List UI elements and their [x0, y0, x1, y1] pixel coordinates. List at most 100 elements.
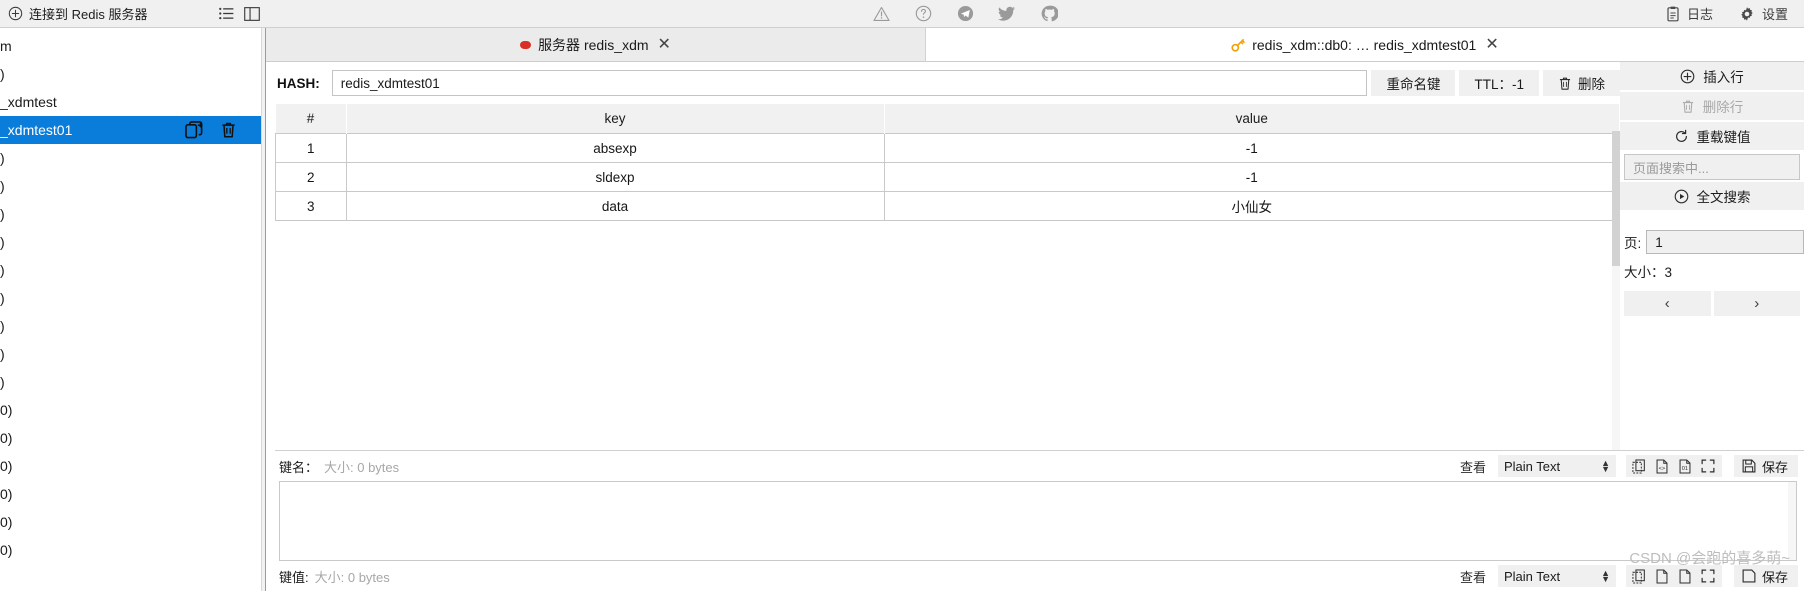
red-dot-icon — [520, 40, 532, 49]
cell-value[interactable]: -1 — [883, 133, 1620, 163]
tree-item[interactable]: 0) — [0, 480, 265, 508]
cell-key[interactable]: sldexp — [345, 162, 885, 192]
key-editor-save-button[interactable]: 保存 — [1733, 455, 1798, 477]
delete-row-button[interactable]: 删除行 — [1620, 92, 1804, 120]
tree-item-actions — [185, 121, 237, 139]
key-name-input[interactable]: redis_xdmtest01 — [331, 70, 1368, 96]
tree-item-label: ) — [0, 206, 5, 222]
delete-key-label: 删除 — [1578, 77, 1605, 92]
body-container: m ) _xdmtest _xdmtest01 ) ) ) ) ) ))) … — [0, 28, 1804, 591]
key-editor-icon-group: <> 01 — [1625, 455, 1722, 477]
page-nav: ‹ › — [1620, 291, 1804, 316]
reload-key-button[interactable]: 重载键值 — [1620, 122, 1804, 150]
tree-item[interactable]: ) — [0, 172, 265, 200]
code-icon[interactable] — [1653, 567, 1672, 586]
help-circle-icon[interactable] — [913, 4, 933, 24]
page-search-input[interactable]: 页面搜索中... — [1624, 154, 1800, 180]
close-icon[interactable]: ✕ — [658, 36, 671, 53]
page-input[interactable]: 1 — [1646, 230, 1804, 254]
table-row[interactable]: 2 sldexp -1 — [275, 162, 1620, 192]
delete-key-button[interactable]: 删除 — [1543, 70, 1620, 96]
list-view-button[interactable] — [213, 3, 239, 25]
copy-icon[interactable] — [1630, 567, 1649, 586]
cell-value[interactable]: -1 — [883, 162, 1620, 192]
tree-item[interactable]: ) — [0, 200, 265, 228]
table-scrollbar-thumb[interactable] — [1612, 131, 1620, 266]
telegram-icon[interactable] — [955, 4, 975, 24]
tree-item[interactable]: ) — [0, 256, 265, 284]
key-editor-textarea[interactable] — [279, 481, 1797, 561]
trash-icon — [1681, 99, 1695, 114]
fulltext-search-button[interactable]: 全文搜索 — [1620, 182, 1804, 210]
tab-key[interactable]: redis_xdm::db0: … redis_xdmtest01 ✕ — [926, 28, 1804, 61]
column-header-index[interactable]: # — [275, 104, 347, 134]
next-page-button[interactable]: › — [1713, 291, 1800, 316]
ttl-button[interactable]: TTL：-1 — [1459, 70, 1539, 96]
gear-icon — [1739, 6, 1755, 22]
binary-icon[interactable] — [1676, 567, 1695, 586]
cell-key[interactable]: data — [345, 191, 885, 221]
log-button[interactable]: 日志 — [1666, 4, 1713, 23]
fullscreen-icon[interactable] — [1699, 567, 1718, 586]
tree-item[interactable]: 0) — [0, 508, 265, 536]
copy-icon[interactable] — [185, 121, 204, 139]
tree-item[interactable]: _xdmtest — [0, 88, 265, 116]
tree-item[interactable]: 0) — [0, 452, 265, 480]
tree-item[interactable]: ) — [0, 368, 265, 396]
tab-server[interactable]: 服务器 redis_xdm ✕ — [266, 28, 926, 61]
settings-button[interactable]: 设置 — [1739, 4, 1788, 23]
tree-item[interactable]: ) — [0, 228, 265, 256]
tree-item[interactable]: 0) — [0, 536, 265, 564]
copy-icon[interactable] — [1630, 457, 1649, 476]
tree-item[interactable]: 0) — [0, 424, 265, 452]
tree-item-label: 0) — [0, 514, 13, 530]
column-header-key[interactable]: key — [346, 104, 885, 134]
column-header-value[interactable]: value — [884, 104, 1620, 134]
tree-item[interactable]: ) — [0, 284, 265, 312]
key-tree-list: m ) _xdmtest _xdmtest01 ) ) ) ) ) ))) … — [0, 28, 265, 591]
tree-item-selected[interactable]: _xdmtest01 — [0, 116, 265, 144]
fullscreen-icon[interactable] — [1699, 457, 1718, 476]
cell-value[interactable]: 小仙女 — [883, 191, 1620, 221]
close-icon[interactable]: ✕ — [1485, 36, 1498, 53]
prev-page-button[interactable]: ‹ — [1624, 291, 1711, 316]
sidebar-scrollbar[interactable] — [261, 28, 265, 591]
rename-key-button[interactable]: 重命名键 — [1371, 70, 1456, 96]
value-editor-format-value: Plain Text — [1503, 568, 1561, 584]
tree-item[interactable]: ) — [0, 340, 265, 368]
tree-item[interactable]: ) — [0, 312, 265, 340]
play-circle-icon — [1674, 189, 1689, 204]
key-icon — [1231, 38, 1246, 52]
tree-item[interactable]: ) — [0, 60, 265, 88]
panel-toggle-icon — [244, 6, 260, 21]
tree-item[interactable]: ) — [0, 144, 265, 172]
trash-icon[interactable] — [220, 121, 237, 139]
connect-to-redis-button[interactable]: 连接到 Redis 服务器 — [2, 0, 153, 27]
twitter-icon[interactable] — [997, 4, 1017, 24]
github-icon[interactable] — [1039, 4, 1059, 24]
page-row: 页: 1 — [1620, 230, 1804, 254]
topbar-left-group: 连接到 Redis 服务器 — [0, 0, 265, 27]
tree-item-label: ) — [0, 66, 5, 82]
value-editor-save-button[interactable]: 保存 — [1733, 565, 1798, 587]
insert-row-button[interactable]: 插入行 — [1620, 62, 1804, 90]
tree-item-label: ) — [0, 290, 5, 306]
key-header-row: HASH: redis_xdmtest01 重命名键 TTL：-1 删除 — [275, 62, 1620, 101]
binary-icon[interactable]: 01 — [1676, 457, 1695, 476]
key-tree-sidebar[interactable]: m ) _xdmtest _xdmtest01 ) ) ) ) ) ))) … — [0, 28, 266, 591]
toggle-panel-button[interactable] — [239, 3, 265, 25]
warning-icon[interactable] — [871, 4, 891, 24]
tree-item-label: ) — [0, 262, 5, 278]
table-scrollbar[interactable] — [1612, 131, 1620, 450]
table-row[interactable]: 1 absexp -1 — [275, 133, 1620, 163]
code-icon[interactable]: <> — [1653, 457, 1672, 476]
key-editor-scrollbar[interactable] — [1788, 482, 1796, 560]
cell-key[interactable]: absexp — [345, 133, 885, 163]
social-icon-group — [265, 0, 1666, 27]
tree-item[interactable]: 0) — [0, 396, 265, 424]
value-editor-format-select[interactable]: Plain Text ▲ ▼ — [1497, 565, 1616, 587]
cell-index: 2 — [275, 162, 347, 192]
key-editor-format-select[interactable]: Plain Text ▲ ▼ — [1497, 455, 1616, 477]
table-row[interactable]: 3 data 小仙女 — [275, 191, 1620, 221]
tree-item[interactable]: m — [0, 32, 265, 60]
